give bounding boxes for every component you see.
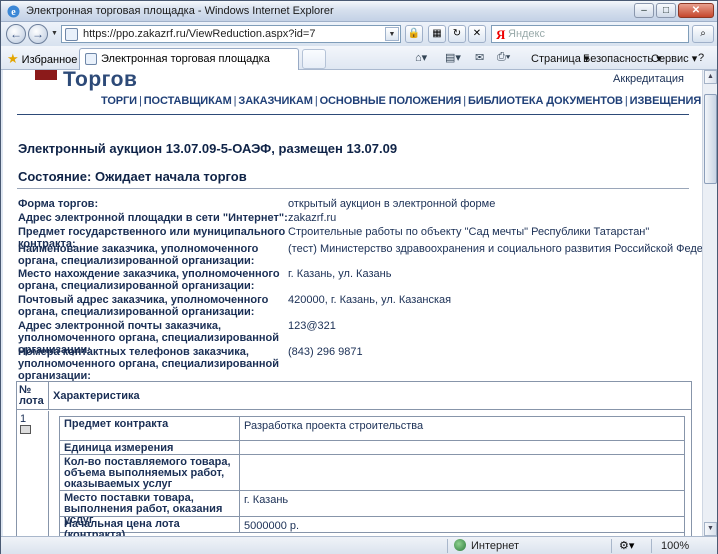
- feeds-icon[interactable]: ▤▾: [445, 51, 461, 64]
- forward-button[interactable]: →: [28, 24, 48, 44]
- search-button[interactable]: ⌕: [692, 25, 714, 43]
- search-box[interactable]: Я Яндекс: [491, 25, 689, 43]
- nav-main-provisions[interactable]: ОСНОВНЫЕ ПОЛОЖЕНИЯ: [320, 95, 462, 107]
- star-icon: ★: [7, 51, 19, 66]
- lot-number-cell: 1: [17, 411, 49, 536]
- nav-torgi[interactable]: ТОРГИ: [101, 95, 137, 107]
- ie-logo-icon: e: [7, 5, 20, 18]
- address-dropdown-icon[interactable]: ▼: [385, 27, 399, 41]
- table-row: Начальная цена лота (контракта) 5000000 …: [60, 517, 684, 536]
- nav-suppliers[interactable]: ПОСТАВЩИКАМ: [144, 95, 232, 107]
- compatibility-icon[interactable]: ▦: [428, 25, 446, 43]
- scroll-thumb[interactable]: [704, 94, 717, 184]
- scroll-up-icon[interactable]: ▲: [704, 70, 717, 84]
- navigation-bar: ← → ▼ https://ppo.zakazrf.ru/ViewReducti…: [1, 22, 717, 46]
- help-menu[interactable]: ?: [698, 52, 704, 64]
- history-dropdown-icon[interactable]: ▼: [51, 30, 58, 37]
- status-bar: Интернет ⚙▾ 100%: [1, 536, 717, 554]
- browser-tab[interactable]: Электронная торговая площадка: [79, 48, 299, 70]
- status-divider: [611, 539, 612, 553]
- mail-icon[interactable]: ✉: [475, 51, 484, 64]
- print-icon[interactable]: ⎙▾: [497, 51, 510, 64]
- state-divider: [17, 188, 689, 189]
- search-placeholder: Яндекс: [508, 28, 545, 40]
- favorites-button[interactable]: ★ Избранное: [7, 51, 77, 67]
- address-bar[interactable]: https://ppo.zakazrf.ru/ViewReduction.asp…: [61, 25, 401, 43]
- minimize-button[interactable]: –: [634, 3, 654, 18]
- forward-arrow-icon: →: [32, 27, 44, 41]
- address-url[interactable]: https://ppo.zakazrf.ru/ViewReduction.asp…: [83, 28, 315, 40]
- nav-documents-library[interactable]: БИБЛИОТЕКА ДОКУМЕНТОВ: [468, 95, 623, 107]
- stop-icon[interactable]: ✕: [468, 25, 486, 43]
- title-bar: e Электронная торговая площадка - Window…: [1, 1, 717, 22]
- lot-number: 1: [20, 413, 27, 425]
- table-row: Предмет контракта Разработка проекта стр…: [60, 417, 684, 441]
- favorites-bar: ★ Избранное Электронная торговая площадка…: [1, 46, 717, 70]
- accreditation-link[interactable]: Аккредитация: [613, 73, 684, 85]
- status-divider: [447, 539, 448, 553]
- table-row: Единица измерения: [60, 441, 684, 455]
- tab-label: Электронная торговая площадка: [101, 53, 270, 65]
- tools-menu[interactable]: Сервис ▾: [651, 52, 697, 65]
- site-logo[interactable]: Торгов: [63, 70, 137, 92]
- col-lot-number: № лота: [17, 382, 49, 410]
- tab-page-icon: [85, 53, 97, 65]
- zoom-level[interactable]: 100%: [661, 540, 689, 552]
- nav-customers[interactable]: ЗАКАЗЧИКАМ: [238, 95, 313, 107]
- nav-order-notices[interactable]: ИЗВЕЩЕНИЯ О ЗАКАЗАХ: [630, 95, 702, 107]
- svg-text:e: e: [11, 7, 16, 18]
- home-icon[interactable]: ⌂▾: [415, 51, 427, 64]
- auction-title: Электронный аукцион 13.07.09-5-ОАЭФ, раз…: [18, 141, 398, 156]
- page-icon: [65, 28, 78, 41]
- back-button[interactable]: ←: [6, 24, 26, 44]
- globe-icon: [454, 539, 466, 551]
- browser-window: e Электронная торговая площадка - Window…: [0, 0, 718, 554]
- lot-details-table: Предмет контракта Разработка проекта стр…: [59, 416, 685, 536]
- security-zone: Интернет: [471, 540, 519, 552]
- refresh-icon[interactable]: ↻: [448, 25, 466, 43]
- new-tab-button[interactable]: [302, 49, 326, 69]
- lots-table: № лота Характеристика 1 Предмет контракт…: [16, 381, 692, 536]
- back-arrow-icon: ←: [10, 27, 22, 41]
- lot-details-icon[interactable]: [20, 425, 31, 434]
- page-menu[interactable]: Страница ▾: [531, 52, 589, 65]
- nav-divider: [17, 114, 689, 115]
- table-row: Кол-во поставляемого товара, объема выпо…: [60, 455, 684, 491]
- window-title: Электронная торговая площадка - Windows …: [26, 5, 334, 17]
- table-row: Место поставки товара, выполнения работ,…: [60, 491, 684, 526]
- favorites-label: Избранное: [21, 54, 78, 66]
- lots-header: № лота Характеристика: [17, 382, 691, 410]
- page-content: Торгов Аккредитация ТОРГИ | ПОСТАВЩИКАМ | ЗА…: [3, 70, 702, 536]
- close-button[interactable]: ✕: [678, 3, 714, 18]
- search-icon: ⌕: [700, 28, 706, 39]
- security-menu[interactable]: Безопасность ▾: [583, 52, 662, 65]
- col-characteristics: Характеристика: [53, 390, 140, 402]
- logo-mark: [35, 70, 57, 80]
- maximize-button[interactable]: □: [656, 3, 676, 18]
- protected-mode-icon[interactable]: ⚙▾: [619, 539, 634, 552]
- main-nav: ТОРГИ | ПОСТАВЩИКАМ | ЗАКАЗЧИКАМ | ОСНОВНЫЕ ПО…: [101, 95, 702, 107]
- scroll-down-icon[interactable]: ▼: [704, 522, 717, 536]
- auction-state: Состояние: Ожидает начала торгов: [18, 169, 247, 184]
- status-divider: [651, 539, 652, 553]
- yandex-icon: Я: [496, 27, 506, 42]
- lock-icon[interactable]: 🔒: [405, 25, 423, 43]
- vertical-scrollbar[interactable]: ▲ ▼: [702, 70, 717, 536]
